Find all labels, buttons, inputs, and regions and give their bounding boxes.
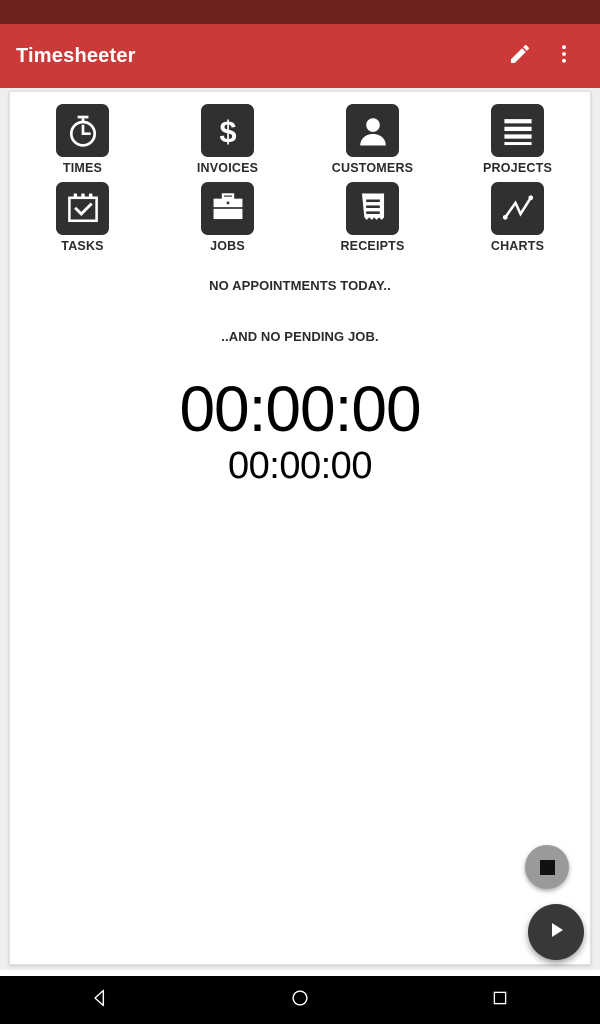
edit-button[interactable] <box>498 34 542 78</box>
no-pending-job-message: ..AND NO PENDING JOB. <box>221 329 379 344</box>
page-title: Timesheeter <box>16 45 136 67</box>
grid-item-label: TASKS <box>61 238 104 253</box>
calendar-check-icon <box>56 181 109 235</box>
main-content-card: TIMES $ INVOICES CUSTOMERS PROJECTS TASK… <box>9 91 591 965</box>
recents-square-icon <box>491 989 509 1012</box>
overflow-menu-button[interactable] <box>542 34 586 78</box>
grid-item-customers[interactable]: CUSTOMERS <box>300 104 445 175</box>
grid-item-tasks[interactable]: TASKS <box>10 181 155 253</box>
grid-item-projects[interactable]: PROJECTS <box>445 104 590 175</box>
briefcase-icon <box>201 181 254 235</box>
svg-text:$: $ <box>219 114 236 148</box>
grid-item-label: CUSTOMERS <box>331 161 414 175</box>
primary-timer: 00:00:00 <box>179 373 421 445</box>
secondary-timer: 00:00:00 <box>228 445 372 488</box>
module-grid: TIMES $ INVOICES CUSTOMERS PROJECTS TASK… <box>10 92 590 252</box>
person-icon <box>346 104 399 157</box>
stop-square-icon <box>539 859 555 875</box>
grid-item-receipts[interactable]: RECEIPTS <box>300 181 445 253</box>
no-appointments-message: NO APPOINTMENTS TODAY.. <box>209 278 391 293</box>
nav-recents-button[interactable] <box>400 976 600 1024</box>
android-status-bar <box>0 0 600 24</box>
receipt-icon <box>346 181 399 235</box>
grid-item-label: RECEIPTS <box>340 238 405 253</box>
dollar-icon: $ <box>201 104 254 157</box>
grid-item-label: CHARTS <box>490 238 545 253</box>
grid-item-label: PROJECTS <box>483 161 552 175</box>
grid-item-invoices[interactable]: $ INVOICES <box>155 104 300 175</box>
stopwatch-icon <box>56 104 109 157</box>
overflow-menu-icon <box>552 42 576 71</box>
grid-item-times[interactable]: TIMES <box>10 104 155 175</box>
grid-item-jobs[interactable]: JOBS <box>155 181 300 253</box>
android-navigation-bar <box>0 976 600 1024</box>
pencil-icon <box>508 42 532 71</box>
grid-item-charts[interactable]: CHARTS <box>445 181 590 253</box>
list-lines-icon <box>491 104 544 157</box>
nav-back-button[interactable] <box>0 976 200 1024</box>
nav-home-button[interactable] <box>200 976 400 1024</box>
play-triangle-icon <box>544 918 568 947</box>
line-chart-icon <box>491 181 544 235</box>
home-circle-icon <box>290 988 310 1013</box>
grid-item-label: TIMES <box>62 161 103 175</box>
back-triangle-icon <box>90 988 110 1013</box>
app-bar: Timesheeter <box>0 24 600 88</box>
grid-item-label: INVOICES <box>196 161 259 175</box>
stop-button[interactable] <box>525 845 569 889</box>
grid-item-label: JOBS <box>210 238 245 253</box>
play-button[interactable] <box>528 904 584 960</box>
